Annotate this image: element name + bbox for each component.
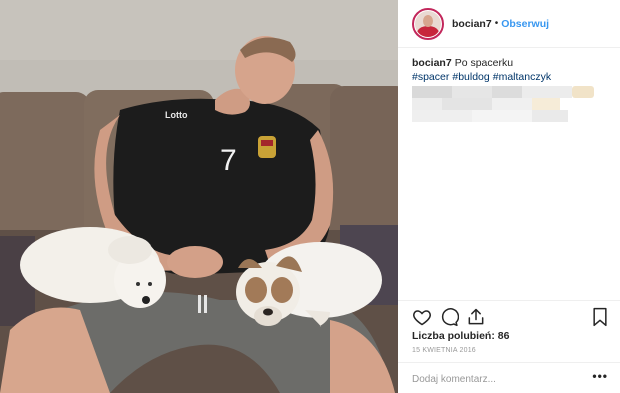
username-link[interactable]: bocian7	[452, 18, 492, 30]
post-caption: bocian7 Po spacerku #spacer #buldog #maltan…	[412, 56, 608, 84]
bookmark-icon[interactable]	[591, 307, 613, 329]
comment-bar: •••	[398, 362, 620, 393]
post-photo[interactable]: Lotto 7	[0, 0, 398, 393]
likes-count[interactable]: Liczba polubień: 86	[412, 330, 509, 342]
caption-username[interactable]: bocian7	[412, 57, 452, 69]
follow-button[interactable]: Obserwuj	[501, 18, 549, 30]
hashtag-link[interactable]: #buldog	[452, 71, 489, 83]
share-icon[interactable]	[466, 307, 488, 329]
jersey-crest	[258, 136, 276, 158]
photo-scene: Lotto 7	[0, 0, 398, 393]
header-separator: •	[494, 18, 499, 29]
post-sidebar: bocian7 • Obserwuj bocian7 Po spacerku #s…	[398, 0, 620, 393]
comment-icon[interactable]	[439, 307, 461, 329]
jersey-brand: Lotto	[165, 110, 188, 120]
heart-icon[interactable]	[412, 307, 434, 329]
caption-text: Po spacerku	[454, 57, 514, 69]
hashtag-link[interactable]: #maltanczyk	[493, 71, 551, 83]
pixelated-comment	[412, 86, 596, 124]
post-header: bocian7 • Obserwuj	[398, 0, 620, 48]
jersey-number: 7	[220, 144, 237, 177]
avatar[interactable]	[412, 7, 444, 40]
comment-input[interactable]	[412, 371, 582, 387]
hashtag-link[interactable]: #spacer	[412, 71, 449, 83]
post-date[interactable]: 15 KWIETNIA 2016	[412, 347, 476, 354]
more-options-icon[interactable]: •••	[592, 370, 608, 382]
